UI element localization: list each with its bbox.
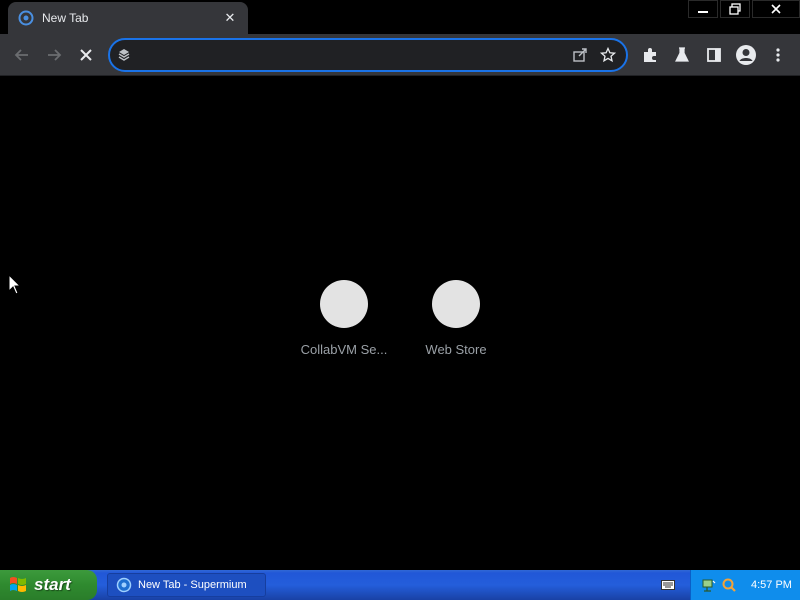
menu-button[interactable]	[766, 43, 790, 67]
close-icon	[771, 4, 781, 14]
system-tray: 4:57 PM	[690, 570, 800, 600]
back-button[interactable]	[10, 43, 34, 67]
labs-button[interactable]	[670, 43, 694, 67]
supermium-icon	[116, 577, 132, 593]
stop-icon	[80, 49, 92, 61]
bookmark-star-icon[interactable]	[594, 41, 622, 69]
network-icon[interactable]	[701, 577, 717, 593]
forward-arrow-icon	[48, 49, 62, 61]
search-icon[interactable]	[721, 577, 737, 593]
site-info-icon	[110, 41, 138, 69]
tab-title: New Tab	[42, 11, 89, 25]
minimize-icon	[698, 11, 708, 13]
tab-new-tab[interactable]: New Tab ✕	[8, 2, 248, 34]
restore-button[interactable]	[720, 0, 750, 18]
taskbar: start New Tab - Supermium 4:57 PM	[0, 570, 800, 600]
stop-button[interactable]	[74, 43, 98, 67]
taskbar-item-supermium[interactable]: New Tab - Supermium	[107, 573, 266, 597]
mouse-pointer-icon	[8, 274, 22, 295]
taskbar-item-label: New Tab - Supermium	[138, 579, 247, 591]
start-label: start	[34, 575, 71, 594]
forward-button[interactable]	[42, 43, 66, 67]
minimize-button[interactable]	[688, 0, 718, 18]
side-panel-icon	[707, 48, 721, 62]
extensions-button[interactable]	[638, 43, 662, 67]
restore-icon	[729, 3, 741, 15]
shortcut-label: CollabVM Se...	[300, 342, 388, 357]
clock: 4:57 PM	[751, 579, 792, 591]
tab-strip: New Tab ✕	[0, 0, 800, 34]
shortcut-label: Web Store	[425, 342, 487, 357]
start-button[interactable]: start	[0, 570, 97, 600]
labs-icon	[675, 47, 689, 62]
window-controls	[688, 0, 800, 18]
shortcut-collabvm[interactable]: CollabVM Se...	[288, 280, 400, 357]
close-button[interactable]	[752, 0, 800, 18]
profile-button[interactable]	[734, 43, 758, 67]
side-panel-button[interactable]	[702, 43, 726, 67]
windows-logo-icon	[10, 577, 26, 592]
address-bar[interactable]	[108, 38, 628, 72]
extensions-icon	[644, 48, 656, 62]
browser-toolbar	[0, 34, 800, 76]
profile-icon	[736, 45, 756, 65]
keyboard-icon[interactable]	[660, 577, 676, 593]
supermium-icon	[18, 10, 34, 26]
shortcut-web-store[interactable]: Web Store	[400, 280, 512, 357]
menu-icon	[776, 48, 780, 62]
back-arrow-icon	[14, 49, 28, 61]
shortcut-collabvm-icon	[320, 280, 368, 328]
tab-close-icon[interactable]: ✕	[222, 10, 238, 26]
share-icon[interactable]	[566, 41, 594, 69]
address-input[interactable]	[138, 40, 566, 70]
new-tab-page: CollabVM Se... Web Store	[0, 77, 800, 570]
shortcut-web-store-icon	[432, 280, 480, 328]
